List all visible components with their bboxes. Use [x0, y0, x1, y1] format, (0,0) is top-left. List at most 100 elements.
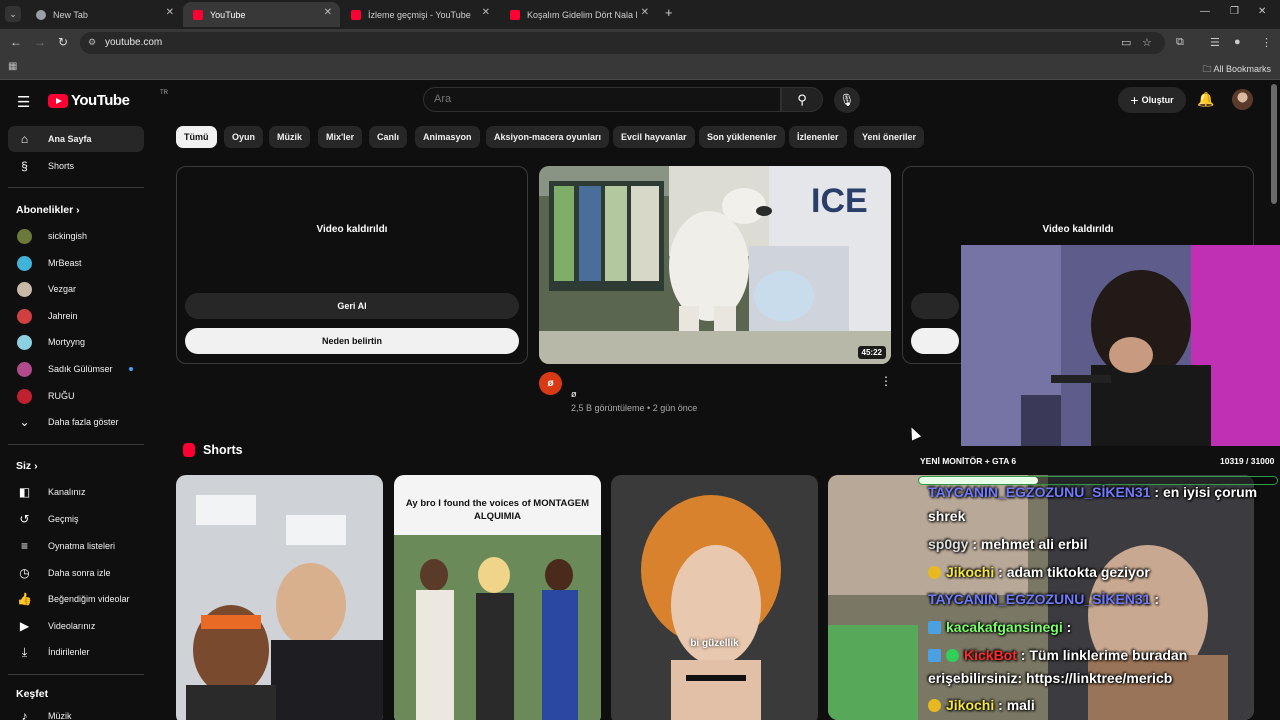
undo-button[interactable]: Geri Al	[185, 293, 519, 319]
chrome-menu-icon[interactable]: ⋮	[1261, 36, 1272, 49]
site-info-icon[interactable]: ⚙	[88, 37, 96, 48]
chip-mixes[interactable]: Mix'ler	[318, 126, 363, 148]
sidebar-item-channel[interactable]: sickingish	[8, 223, 144, 249]
chat-message: TAYCANIN_EGZOZUNU_SİKEN31 :	[928, 591, 1159, 607]
chat-username: TAYCANIN_EGZOZUNU_SİKEN31	[928, 484, 1151, 500]
channel-avatar[interactable]: ø	[539, 372, 562, 395]
tell-us-why-button[interactable]: Neden belirtin	[185, 328, 519, 354]
sidebar-item-channel[interactable]: RUĞU	[8, 383, 144, 409]
extensions-icon[interactable]: ⧉	[1176, 36, 1184, 49]
sidebar-item-channel[interactable]: Jahrein	[8, 303, 144, 329]
short-card[interactable]: bi güzellik	[611, 475, 818, 720]
new-content-dot	[129, 367, 133, 371]
youtube-logo[interactable]: YouTube TR	[48, 90, 168, 109]
subscriptions-heading[interactable]: Abonelikler ›	[16, 204, 80, 216]
chip-watched[interactable]: İzlenenler	[789, 126, 847, 148]
bookmark-star-icon[interactable]: ☆	[1142, 36, 1152, 49]
video-title[interactable]: ø	[571, 389, 577, 399]
video-thumbnail[interactable]: ICE 45:22	[539, 166, 891, 364]
short-caption: Ay bro I found the voices of MONTAGEM AL…	[405, 498, 590, 522]
tab-youtube[interactable]: YouTube ✕	[183, 2, 340, 27]
chip-action-adventure[interactable]: Aksiyon-macera oyunları	[486, 126, 610, 148]
all-bookmarks-button[interactable]: 🗀 All Bookmarks	[1202, 62, 1271, 78]
reload-icon[interactable]: ↻	[58, 35, 68, 49]
stream-goal-progress-fill	[919, 477, 1039, 484]
sidebar-show-more[interactable]: ⌄ Daha fazla göster	[8, 409, 144, 435]
chat-text: shrek	[928, 508, 966, 524]
search-button[interactable]: ⚲	[781, 87, 823, 112]
cast-icon[interactable]: ▭	[1121, 36, 1131, 49]
tell-us-why-button[interactable]	[911, 328, 959, 354]
chip-gaming[interactable]: Oyun	[224, 126, 264, 148]
create-button[interactable]: + Oluştur	[1118, 87, 1186, 113]
sidebar-item-label: Kanalınız	[48, 487, 86, 497]
bot-badge-icon	[928, 649, 941, 662]
sidebar-item-channel[interactable]: Sadık Gülümser	[8, 356, 144, 382]
restore-icon[interactable]: ❐	[1230, 6, 1239, 17]
chat-username: TAYCANIN_EGZOZUNU_SİKEN31	[928, 591, 1151, 607]
chip-label: Tümü	[184, 132, 209, 142]
close-icon[interactable]: ✕	[482, 7, 490, 18]
menu-icon[interactable]: ☰	[17, 93, 30, 111]
tab-music-video[interactable]: Koşalım Gidelim Dört Nala Hey… ✕	[500, 2, 657, 27]
you-heading[interactable]: Siz ›	[16, 460, 38, 472]
more-options-icon[interactable]: ⋮	[880, 374, 892, 388]
reading-list-icon[interactable]: ☰	[1210, 36, 1220, 49]
close-icon[interactable]: ✕	[641, 7, 649, 18]
chip-music[interactable]: Müzik	[269, 126, 311, 148]
chip-new-to-you[interactable]: Yeni öneriler	[854, 126, 925, 148]
tab-watch-history[interactable]: İzleme geçmişi - YouTube ✕	[341, 2, 498, 27]
apps-grid-icon[interactable]: ▦	[8, 61, 17, 72]
sidebar-item-history[interactable]: ↺ Geçmiş	[8, 506, 144, 532]
new-tab-button[interactable]: +	[665, 5, 673, 20]
sidebar-item-channel[interactable]: Vezgar	[8, 276, 144, 302]
chip-live[interactable]: Canlı	[369, 126, 408, 148]
chip-label: Evcil hayvanlar	[621, 132, 687, 142]
sidebar-item-home[interactable]: ⌂ Ana Sayfa	[8, 126, 144, 152]
sidebar-item-channel[interactable]: Mortyyng	[8, 329, 144, 355]
sidebar-item-your-channel[interactable]: ◧ Kanalınız	[8, 479, 144, 505]
chip-recently-uploaded[interactable]: Son yüklenenler	[699, 126, 785, 148]
chip-pets[interactable]: Evcil hayvanlar	[613, 126, 695, 148]
sidebar-divider	[8, 674, 144, 675]
sidebar-item-label: İndirilenler	[48, 647, 90, 657]
tab-search-icon[interactable]: ⌄	[5, 6, 21, 22]
close-icon[interactable]: ✕	[166, 7, 174, 18]
address-bar[interactable]: ⚙ youtube.com	[80, 32, 1165, 54]
chip-all[interactable]: Tümü	[176, 126, 217, 148]
back-icon[interactable]: ←	[10, 35, 22, 49]
sidebar-item-playlists[interactable]: ≡ Oynatma listeleri	[8, 533, 144, 559]
tab-new-tab[interactable]: New Tab ✕	[26, 2, 182, 27]
short-card[interactable]	[176, 475, 383, 720]
notifications-bell-icon[interactable]: 🔔	[1197, 91, 1214, 108]
forward-icon[interactable]: →	[34, 35, 46, 49]
sidebar-item-label: Vezgar	[48, 284, 77, 294]
page-scrollbar[interactable]	[1271, 84, 1277, 204]
chip-label: Yeni öneriler	[862, 132, 917, 142]
sidebar-item-watch-later[interactable]: ◷ Daha sonra izle	[8, 560, 144, 586]
profile-icon[interactable]: ●	[1234, 36, 1241, 48]
channel-avatar	[17, 361, 32, 377]
chip-label: Oyun	[232, 132, 256, 142]
explore-heading-label: Keşfet	[16, 688, 49, 700]
sidebar-item-liked-videos[interactable]: 👍 Beğendiğim videolar	[8, 586, 144, 612]
sidebar-item-music[interactable]: ♪ Müzik	[8, 703, 144, 720]
chat-text: : en iyisi çorum	[1154, 484, 1258, 500]
chip-label: Mix'ler	[326, 132, 355, 142]
undo-button[interactable]	[911, 293, 959, 319]
search-box[interactable]	[423, 87, 781, 112]
minimize-icon[interactable]: —	[1200, 6, 1210, 17]
close-icon[interactable]: ✕	[324, 7, 332, 18]
subscriber-badge-icon	[928, 699, 941, 712]
short-card[interactable]: Ay bro I found the voices of MONTAGEM AL…	[394, 475, 601, 720]
sidebar-item-channel[interactable]: MrBeast	[8, 250, 144, 276]
chip-animation[interactable]: Animasyon	[415, 126, 480, 148]
avatar[interactable]	[1232, 89, 1253, 110]
voice-search-button[interactable]: 🎙	[834, 87, 860, 113]
sidebar-item-shorts[interactable]: § Shorts	[8, 153, 144, 179]
sidebar-item-your-videos[interactable]: ▶ Videolarınız	[8, 613, 144, 639]
search-input[interactable]	[424, 88, 780, 105]
sidebar-item-downloads[interactable]: ⤓ İndirilenler	[8, 639, 144, 665]
close-window-icon[interactable]: ✕	[1258, 6, 1266, 17]
subscriptions-heading-label: Abonelikler	[16, 204, 74, 216]
